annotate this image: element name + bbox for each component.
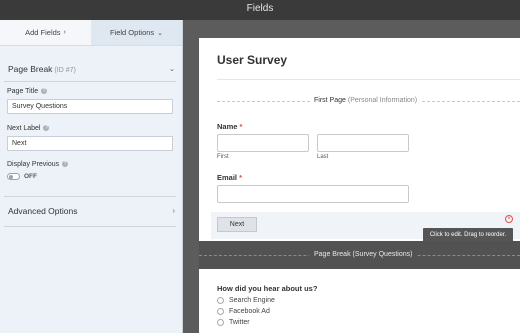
display-previous-toggle[interactable]: OFF [7, 173, 37, 180]
first-name-input[interactable] [217, 134, 309, 152]
toggle-track [7, 173, 20, 180]
tab-add-fields[interactable]: Add Fields › [0, 20, 91, 45]
toggle-state: OFF [24, 173, 37, 180]
chevron-right-icon: › [172, 207, 175, 215]
required-mark: * [239, 122, 243, 131]
radio-option-label: Twitter [229, 319, 250, 326]
first-page-label[interactable]: First Page (Personal Information) [310, 97, 422, 104]
next-label-label-text: Next Label [7, 125, 41, 132]
page-title-input[interactable]: Survey Questions [7, 99, 173, 114]
radio-option[interactable]: Twitter [217, 319, 250, 326]
required-mark: * [239, 173, 243, 182]
display-previous-label: Display Previous? [7, 161, 69, 168]
radio-option[interactable]: Search Engine [217, 297, 275, 304]
first-page-sub: (Personal Information) [347, 97, 418, 104]
next-label-input[interactable]: Next [7, 136, 173, 151]
divider [4, 81, 176, 82]
sidebar: Add Fields › Field Options ⌄ Page Break(… [0, 20, 183, 333]
chevron-down-icon: ⌄ [169, 66, 175, 73]
tab-field-options-label: Field Options [109, 28, 155, 37]
advanced-options-label: Advanced Options [8, 206, 78, 216]
help-icon[interactable]: ? [43, 125, 50, 132]
first-sub-label: First [217, 154, 229, 160]
form-title: User Survey [217, 53, 288, 67]
display-previous-label-text: Display Previous [7, 161, 60, 168]
section-title: Page Break (ID #7) [8, 64, 76, 74]
page-title: Fields [246, 3, 274, 14]
page-break-section-header[interactable]: Page Break (ID #7) ⌄ [0, 54, 182, 84]
tab-add-fields-label: Add Fields [25, 28, 61, 37]
radio-option[interactable]: Facebook Ad [217, 308, 270, 315]
page-break-sub: (Survey Questions) [352, 251, 413, 258]
edit-tooltip: Click to edit. Drag to reorder. [423, 228, 513, 242]
section-id: (ID #7) [54, 67, 76, 74]
email-input[interactable] [217, 185, 409, 203]
tab-field-options[interactable]: Field Options ⌄ [91, 20, 182, 45]
name-label-text: Name [217, 122, 238, 131]
radio-button[interactable] [217, 319, 224, 326]
first-page-title: First Page [314, 97, 346, 104]
toggle-knob [9, 175, 13, 179]
last-name-input[interactable] [317, 134, 409, 152]
last-sub-label: Last [317, 154, 329, 160]
help-icon[interactable]: ? [41, 88, 48, 95]
divider [4, 226, 176, 227]
chevron-down-icon: ⌄ [157, 29, 164, 37]
sidebar-tabs: Add Fields › Field Options ⌄ [0, 20, 182, 46]
radio-option-label: Facebook Ad [229, 308, 270, 315]
radio-option-label: Search Engine [229, 297, 275, 304]
advanced-options-header[interactable]: Advanced Options › [0, 196, 182, 226]
next-button[interactable]: Next [217, 217, 257, 232]
chevron-right-icon: › [63, 29, 66, 36]
name-field-label[interactable]: Name * [217, 122, 242, 131]
radio-button[interactable] [217, 297, 224, 304]
page-break-title: Page Break [314, 251, 351, 258]
delete-field-icon[interactable]: × [505, 215, 513, 223]
email-field-label[interactable]: Email * [217, 173, 242, 182]
page-title-label: Page Title? [7, 88, 48, 95]
page-break-label: Page Break (Survey Questions) [309, 249, 418, 261]
page-title-label-text: Page Title [7, 88, 39, 95]
email-label-text: Email [217, 173, 238, 182]
section-title-text: Page Break [8, 64, 53, 74]
help-icon[interactable]: ? [62, 161, 69, 168]
radio-button[interactable] [217, 308, 224, 315]
next-label-label: Next Label? [7, 125, 50, 132]
survey-question-label[interactable]: How did you hear about us? [217, 284, 317, 293]
page-break-bar[interactable]: Page Break (Survey Questions) [199, 241, 520, 269]
form-preview: User Survey First Page (Personal Informa… [199, 38, 520, 333]
divider [217, 79, 520, 80]
top-bar: Fields [0, 0, 520, 20]
